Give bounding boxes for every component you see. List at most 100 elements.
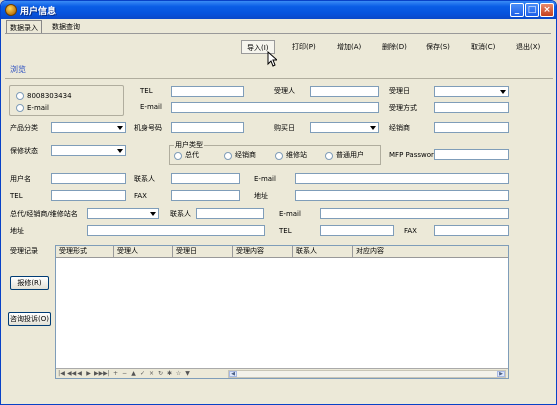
column-header[interactable]: 受理日 bbox=[173, 246, 233, 258]
email2-input[interactable] bbox=[295, 173, 509, 184]
address-label: 地址 bbox=[254, 192, 268, 200]
records-table-header: 受理形式 受理人 受理日 受理内容 联系人 对应内容 bbox=[56, 246, 508, 258]
agent-name-select[interactable] bbox=[87, 208, 159, 219]
tel-label: TEL bbox=[140, 87, 153, 95]
prev-page-icon[interactable]: ◀◀ bbox=[67, 370, 76, 377]
handler-label: 受理人 bbox=[274, 87, 295, 95]
close-icon[interactable]: × bbox=[540, 3, 554, 17]
tel-input[interactable] bbox=[171, 86, 244, 97]
fax2-input[interactable] bbox=[434, 225, 509, 236]
user-type-general-agent-radio[interactable] bbox=[174, 152, 182, 160]
user-name-input[interactable] bbox=[51, 173, 126, 184]
machine-no-label: 机身号码 bbox=[134, 124, 162, 132]
app-icon bbox=[5, 4, 17, 16]
records-table[interactable]: 受理形式 受理人 受理日 受理内容 联系人 对应内容 |◀ ◀◀ ◀ ▶ ▶▶ … bbox=[55, 245, 509, 379]
bookmark-icon[interactable]: ✱ bbox=[166, 370, 173, 377]
email3-label: E-mail bbox=[279, 210, 301, 218]
email-radio[interactable] bbox=[16, 104, 24, 112]
refresh-icon[interactable]: ↻ bbox=[157, 370, 164, 377]
scroll-left-icon[interactable]: ◀ bbox=[229, 371, 237, 377]
email-radio-label: E-mail bbox=[27, 104, 49, 112]
save-button[interactable]: 保存(S) bbox=[421, 40, 455, 54]
records-label: 受理记录 bbox=[10, 247, 38, 255]
chevron-down-icon bbox=[117, 149, 123, 153]
user-info-window: 用户信息 _ □ × 数据录入 数据查询 导入(I) 打印(P) 增加(A) 删… bbox=[0, 0, 557, 405]
next-page-icon[interactable]: ▶▶ bbox=[94, 370, 103, 377]
add-button[interactable]: 增加(A) bbox=[332, 40, 366, 54]
contact-input[interactable] bbox=[171, 173, 240, 184]
repair-button[interactable]: 报修(R) bbox=[10, 276, 49, 290]
tab-data-entry[interactable]: 数据录入 bbox=[6, 20, 42, 33]
user-type-dealer-radio[interactable] bbox=[224, 152, 232, 160]
section-title: 浏览 bbox=[10, 65, 26, 74]
handler-input[interactable] bbox=[310, 86, 379, 97]
dealer-label: 经销商 bbox=[389, 124, 410, 132]
user-type-normal-user-radio[interactable] bbox=[325, 152, 333, 160]
mfp-password-label: MFP Password bbox=[389, 151, 439, 159]
accept-method-input[interactable] bbox=[434, 102, 509, 113]
mouse-cursor-icon bbox=[267, 51, 277, 67]
last-record-icon[interactable]: ▶| bbox=[103, 370, 110, 377]
cancel-button[interactable]: 取消(C) bbox=[466, 40, 500, 54]
agent-name-label: 总代/经销商/维修站名 bbox=[10, 210, 78, 218]
tab-data-query[interactable]: 数据查询 bbox=[49, 20, 83, 33]
address2-input[interactable] bbox=[87, 225, 265, 236]
user-type-group: 用户类型 总代 经销商 维修站 普通用户 bbox=[169, 140, 381, 165]
column-header[interactable]: 联系人 bbox=[293, 246, 353, 258]
tel2-input[interactable] bbox=[51, 190, 126, 201]
product-category-select[interactable] bbox=[51, 122, 126, 133]
column-header[interactable]: 受理人 bbox=[114, 246, 173, 258]
next-record-icon[interactable]: ▶ bbox=[85, 370, 92, 377]
edit-record-icon[interactable]: ▲ bbox=[130, 370, 137, 377]
address2-label: 地址 bbox=[10, 227, 24, 235]
first-record-icon[interactable]: |◀ bbox=[58, 370, 65, 377]
user-type-dealer-label: 经销商 bbox=[235, 151, 256, 159]
column-header[interactable]: 受理内容 bbox=[233, 246, 293, 258]
post-record-icon[interactable]: ✓ bbox=[139, 370, 146, 377]
warranty-status-select[interactable] bbox=[51, 145, 126, 156]
cancel-edit-icon[interactable]: × bbox=[148, 370, 155, 377]
contact-label: 联系人 bbox=[134, 175, 155, 183]
column-header[interactable]: 受理形式 bbox=[56, 246, 114, 258]
dealer-input[interactable] bbox=[434, 122, 509, 133]
chevron-down-icon bbox=[370, 126, 376, 130]
filter-icon[interactable]: ▼ bbox=[184, 370, 191, 377]
tel3-input[interactable] bbox=[320, 225, 394, 236]
contact2-input[interactable] bbox=[196, 208, 264, 219]
section-divider bbox=[5, 78, 553, 79]
goto-bookmark-icon[interactable]: ☆ bbox=[175, 370, 182, 377]
email-label: E-mail bbox=[140, 103, 162, 111]
fax2-label: FAX bbox=[404, 227, 417, 235]
mfp-password-input[interactable] bbox=[434, 149, 509, 160]
complaint-button[interactable]: 咨询投诉(O) bbox=[8, 312, 51, 326]
column-header[interactable]: 对应内容 bbox=[353, 246, 508, 258]
scroll-right-icon[interactable]: ▶ bbox=[497, 371, 505, 377]
exit-button[interactable]: 退出(X) bbox=[511, 40, 545, 54]
chevron-down-icon bbox=[500, 90, 506, 94]
minimize-icon[interactable]: _ bbox=[510, 3, 524, 17]
accept-date-select[interactable] bbox=[434, 86, 509, 97]
title-bar[interactable]: 用户信息 _ □ × bbox=[1, 1, 556, 19]
user-type-repair-station-label: 维修站 bbox=[286, 151, 307, 159]
delete-record-icon[interactable]: − bbox=[121, 370, 128, 377]
fax-input[interactable] bbox=[171, 190, 240, 201]
purchase-date-select[interactable] bbox=[310, 122, 379, 133]
product-category-label: 产品分类 bbox=[10, 124, 38, 132]
email3-input[interactable] bbox=[320, 208, 509, 219]
print-button[interactable]: 打印(P) bbox=[287, 40, 321, 54]
fax-label: FAX bbox=[134, 192, 147, 200]
address-input[interactable] bbox=[295, 190, 509, 201]
horizontal-scrollbar[interactable]: ◀ ▶ bbox=[228, 370, 506, 378]
window-title: 用户信息 bbox=[20, 7, 57, 17]
contact2-label: 联系人 bbox=[170, 210, 191, 218]
email-input[interactable] bbox=[171, 102, 379, 113]
maximize-icon[interactable]: □ bbox=[525, 3, 539, 17]
machine-no-input[interactable] bbox=[171, 122, 244, 133]
phone-radio[interactable] bbox=[16, 92, 24, 100]
prev-record-icon[interactable]: ◀ bbox=[76, 370, 83, 377]
delete-button[interactable]: 删除(D) bbox=[377, 40, 412, 54]
insert-record-icon[interactable]: + bbox=[112, 370, 119, 377]
accept-method-label: 受理方式 bbox=[389, 104, 417, 112]
user-type-repair-station-radio[interactable] bbox=[275, 152, 283, 160]
warranty-status-label: 保修状态 bbox=[10, 147, 38, 155]
